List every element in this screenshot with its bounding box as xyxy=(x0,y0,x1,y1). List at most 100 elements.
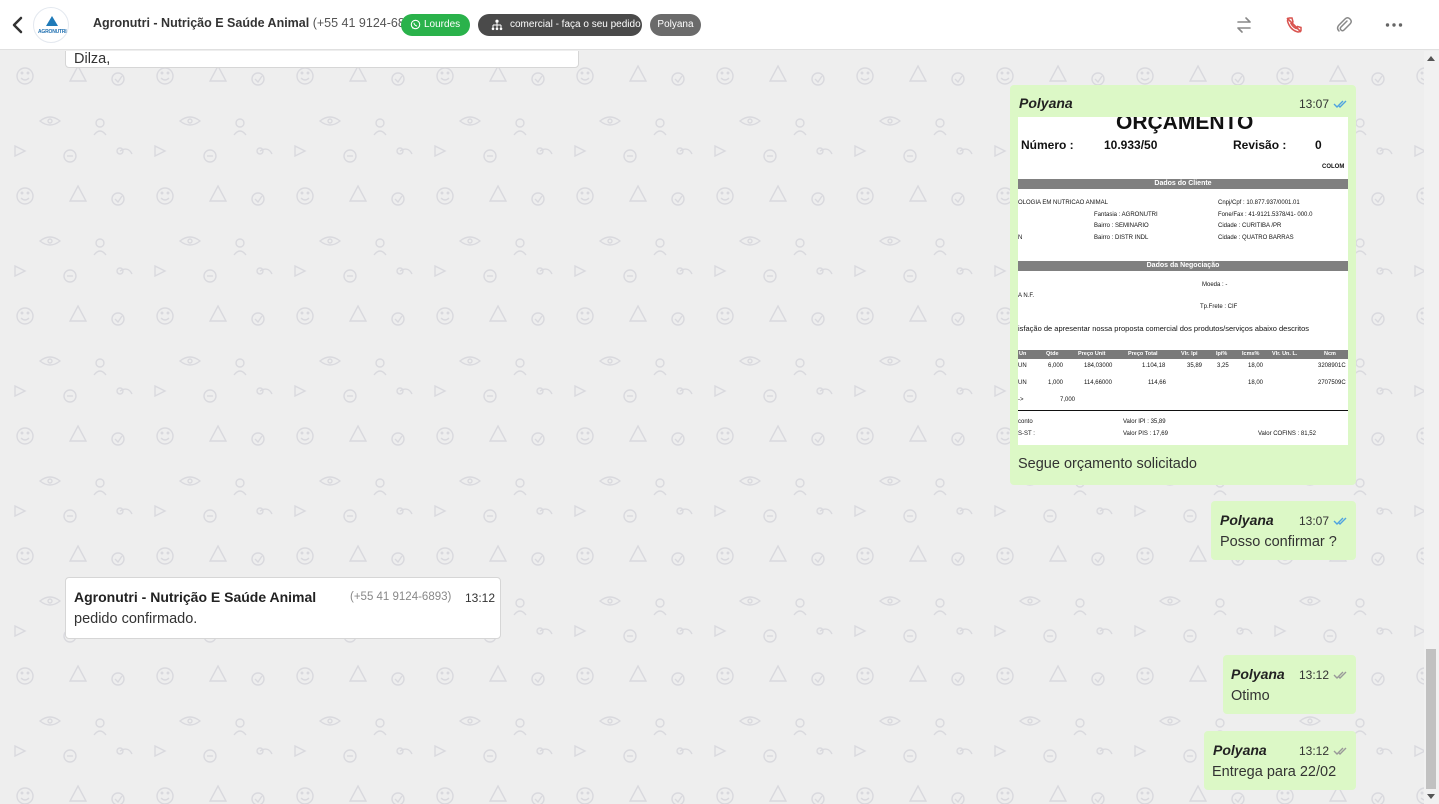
message-incoming[interactable]: Agronutri - Nutrição E Saúde Animal (+55… xyxy=(65,577,501,639)
doc-cell: 184,03000 xyxy=(1084,363,1113,369)
whatsapp-icon xyxy=(410,19,421,30)
doc-line: N xyxy=(1018,235,1023,241)
transfer-icon[interactable] xyxy=(1234,15,1254,35)
message-text: Posso confirmar ? xyxy=(1220,534,1337,550)
doc-line: Cidade : QUATRO BARRAS xyxy=(1218,235,1294,241)
message-caption: Segue orçamento solicitado xyxy=(1018,456,1197,472)
doc-th: Preço Unit xyxy=(1078,351,1106,357)
doc-cell: UN xyxy=(1018,380,1027,386)
message-time: 13:07 xyxy=(1299,97,1330,111)
message-time: 13:07 xyxy=(1299,514,1330,528)
doc-line: Bairro : SEMINARIO xyxy=(1094,223,1149,229)
doc-revisao-label: Revisão : xyxy=(1233,138,1287,152)
message-time: 13:12 xyxy=(465,591,496,605)
doc-line: Bairro : DISTR INDL xyxy=(1094,235,1149,241)
message-sender: Polyana xyxy=(1220,512,1274,528)
doc-line: Valor PIS : 17,69 xyxy=(1123,431,1168,437)
doc-line: Fone/Fax : 41-9121.5378/41- 000.0 xyxy=(1218,212,1313,218)
message-outgoing-document[interactable]: Polyana 13:07 ORÇAMENTO Número : 10.933/… xyxy=(1010,85,1356,485)
doc-cell: 7,000 xyxy=(1060,397,1076,403)
doc-th: Icms% xyxy=(1242,351,1260,357)
message-sender-phone: (+55 41 9124-6893) xyxy=(350,591,452,603)
tag-label: Lourdes xyxy=(424,19,461,30)
double-check-delivered-icon xyxy=(1333,671,1347,679)
doc-cell: 3,25 xyxy=(1217,363,1229,369)
doc-cell: -> xyxy=(1018,397,1024,403)
message-outgoing[interactable]: Polyana 13:07 Posso confirmar ? xyxy=(1211,501,1356,560)
doc-line: Valor COFINS : 81,52 xyxy=(1258,431,1316,437)
chevron-left-icon[interactable] xyxy=(10,15,26,35)
doc-line: Cidade : CURITIBA /PR xyxy=(1218,223,1282,229)
doc-cell: 35,89 xyxy=(1187,363,1203,369)
tag-label: Polyana xyxy=(657,19,694,30)
doc-cell: 1,000 xyxy=(1048,380,1064,386)
doc-cell: 6,000 xyxy=(1048,363,1064,369)
doc-cell: 3208901C xyxy=(1318,363,1346,369)
contact-title: Agronutri - Nutrição E Saúde Animal (+55… xyxy=(93,16,423,30)
message-text: Dilza, xyxy=(74,51,111,67)
message-incoming[interactable]: Dilza, xyxy=(65,51,579,68)
logo-icon xyxy=(46,16,58,26)
doc-line: Fantasia : AGRONUTRI xyxy=(1094,212,1158,218)
doc-rule xyxy=(1018,410,1348,411)
doc-proposal-text: isfação de apresentar nossa proposta com… xyxy=(1018,324,1309,333)
message-sender: Polyana xyxy=(1019,95,1073,111)
doc-line: A N.F. xyxy=(1018,293,1035,299)
message-text: Otimo xyxy=(1231,688,1270,704)
message-sender: Agronutri - Nutrição E Saúde Animal xyxy=(74,589,317,605)
scroll-up-arrow-icon[interactable] xyxy=(1427,56,1435,61)
doc-section-client: Dados do Cliente xyxy=(1018,179,1348,189)
chat-area: Dilza, Polyana 13:07 ORÇAMENTO Número : … xyxy=(0,51,1424,804)
doc-th: Ipi% xyxy=(1216,351,1228,357)
doc-line: S-ST : xyxy=(1018,431,1035,437)
doc-th: Qtde xyxy=(1046,351,1059,357)
doc-numero-label: Número : xyxy=(1021,138,1074,152)
tag-department[interactable]: comercial - faça o seu pedido xyxy=(478,14,642,36)
message-text: pedido confirmado. xyxy=(74,611,198,627)
doc-numero-value: 10.933/50 xyxy=(1104,138,1158,152)
more-icon[interactable] xyxy=(1384,15,1404,35)
chat-header: AGRONUTRI Agronutri - Nutrição E Saúde A… xyxy=(0,0,1439,50)
doc-section-negotiation: Dados da Negociação xyxy=(1018,261,1348,271)
doc-cell: UN xyxy=(1018,363,1027,369)
doc-th: Vlr. Un. L. xyxy=(1272,351,1298,357)
doc-cell: 18,00 xyxy=(1248,363,1264,369)
chat-scrollbar[interactable] xyxy=(1424,51,1439,804)
scroll-down-arrow-icon[interactable] xyxy=(1427,794,1435,799)
message-sender: Polyana xyxy=(1231,666,1285,682)
doc-line: Cnpj/Cpf : 10.877.937/0001.01 xyxy=(1218,200,1300,206)
logo-text: AGRONUTRI xyxy=(38,29,67,35)
quote-document-image[interactable]: ORÇAMENTO Número : 10.933/50 Revisão : 0… xyxy=(1018,117,1348,445)
doc-cell: 1.104,18 xyxy=(1142,363,1166,369)
doc-line: Moeda : - xyxy=(1202,282,1228,288)
contact-avatar[interactable]: AGRONUTRI xyxy=(33,7,69,43)
attach-icon[interactable] xyxy=(1334,15,1354,35)
message-text: Entrega para 22/02 xyxy=(1212,764,1337,780)
message-outgoing[interactable]: Polyana 13:12 Otimo xyxy=(1223,655,1356,714)
double-check-delivered-icon xyxy=(1333,747,1347,755)
org-chart-icon xyxy=(491,19,503,31)
doc-th: Un xyxy=(1019,351,1027,357)
message-time: 13:12 xyxy=(1299,668,1330,682)
end-call-icon[interactable] xyxy=(1284,15,1304,35)
message-time: 13:12 xyxy=(1299,744,1330,758)
doc-cell: 2707509C xyxy=(1318,380,1346,386)
tag-agent[interactable]: Polyana xyxy=(650,14,701,36)
doc-title: ORÇAMENTO xyxy=(1116,117,1254,134)
doc-cell: 114,66 xyxy=(1148,380,1166,386)
double-check-read-icon xyxy=(1333,100,1347,108)
doc-line: Tp.Frete : CIF xyxy=(1200,304,1238,310)
doc-line: conto xyxy=(1018,419,1033,425)
doc-line: Valor IPI : 35,89 xyxy=(1123,419,1166,425)
doc-revisao-value: 0 xyxy=(1315,138,1322,152)
contact-name: Agronutri - Nutrição E Saúde Animal xyxy=(93,16,310,30)
doc-cell: 18,00 xyxy=(1248,380,1264,386)
double-check-read-icon xyxy=(1333,517,1347,525)
message-outgoing[interactable]: Polyana 13:12 Entrega para 22/02 xyxy=(1204,731,1356,790)
doc-line: OLOGIA EM NUTRICAO ANIMAL xyxy=(1018,200,1109,206)
doc-th: Preço Total xyxy=(1128,351,1158,357)
tag-lourdes[interactable]: Lourdes xyxy=(401,14,470,36)
message-sender: Polyana xyxy=(1213,742,1267,758)
doc-th: Vlr. Ipi xyxy=(1181,351,1198,357)
scrollbar-thumb[interactable] xyxy=(1426,649,1436,789)
